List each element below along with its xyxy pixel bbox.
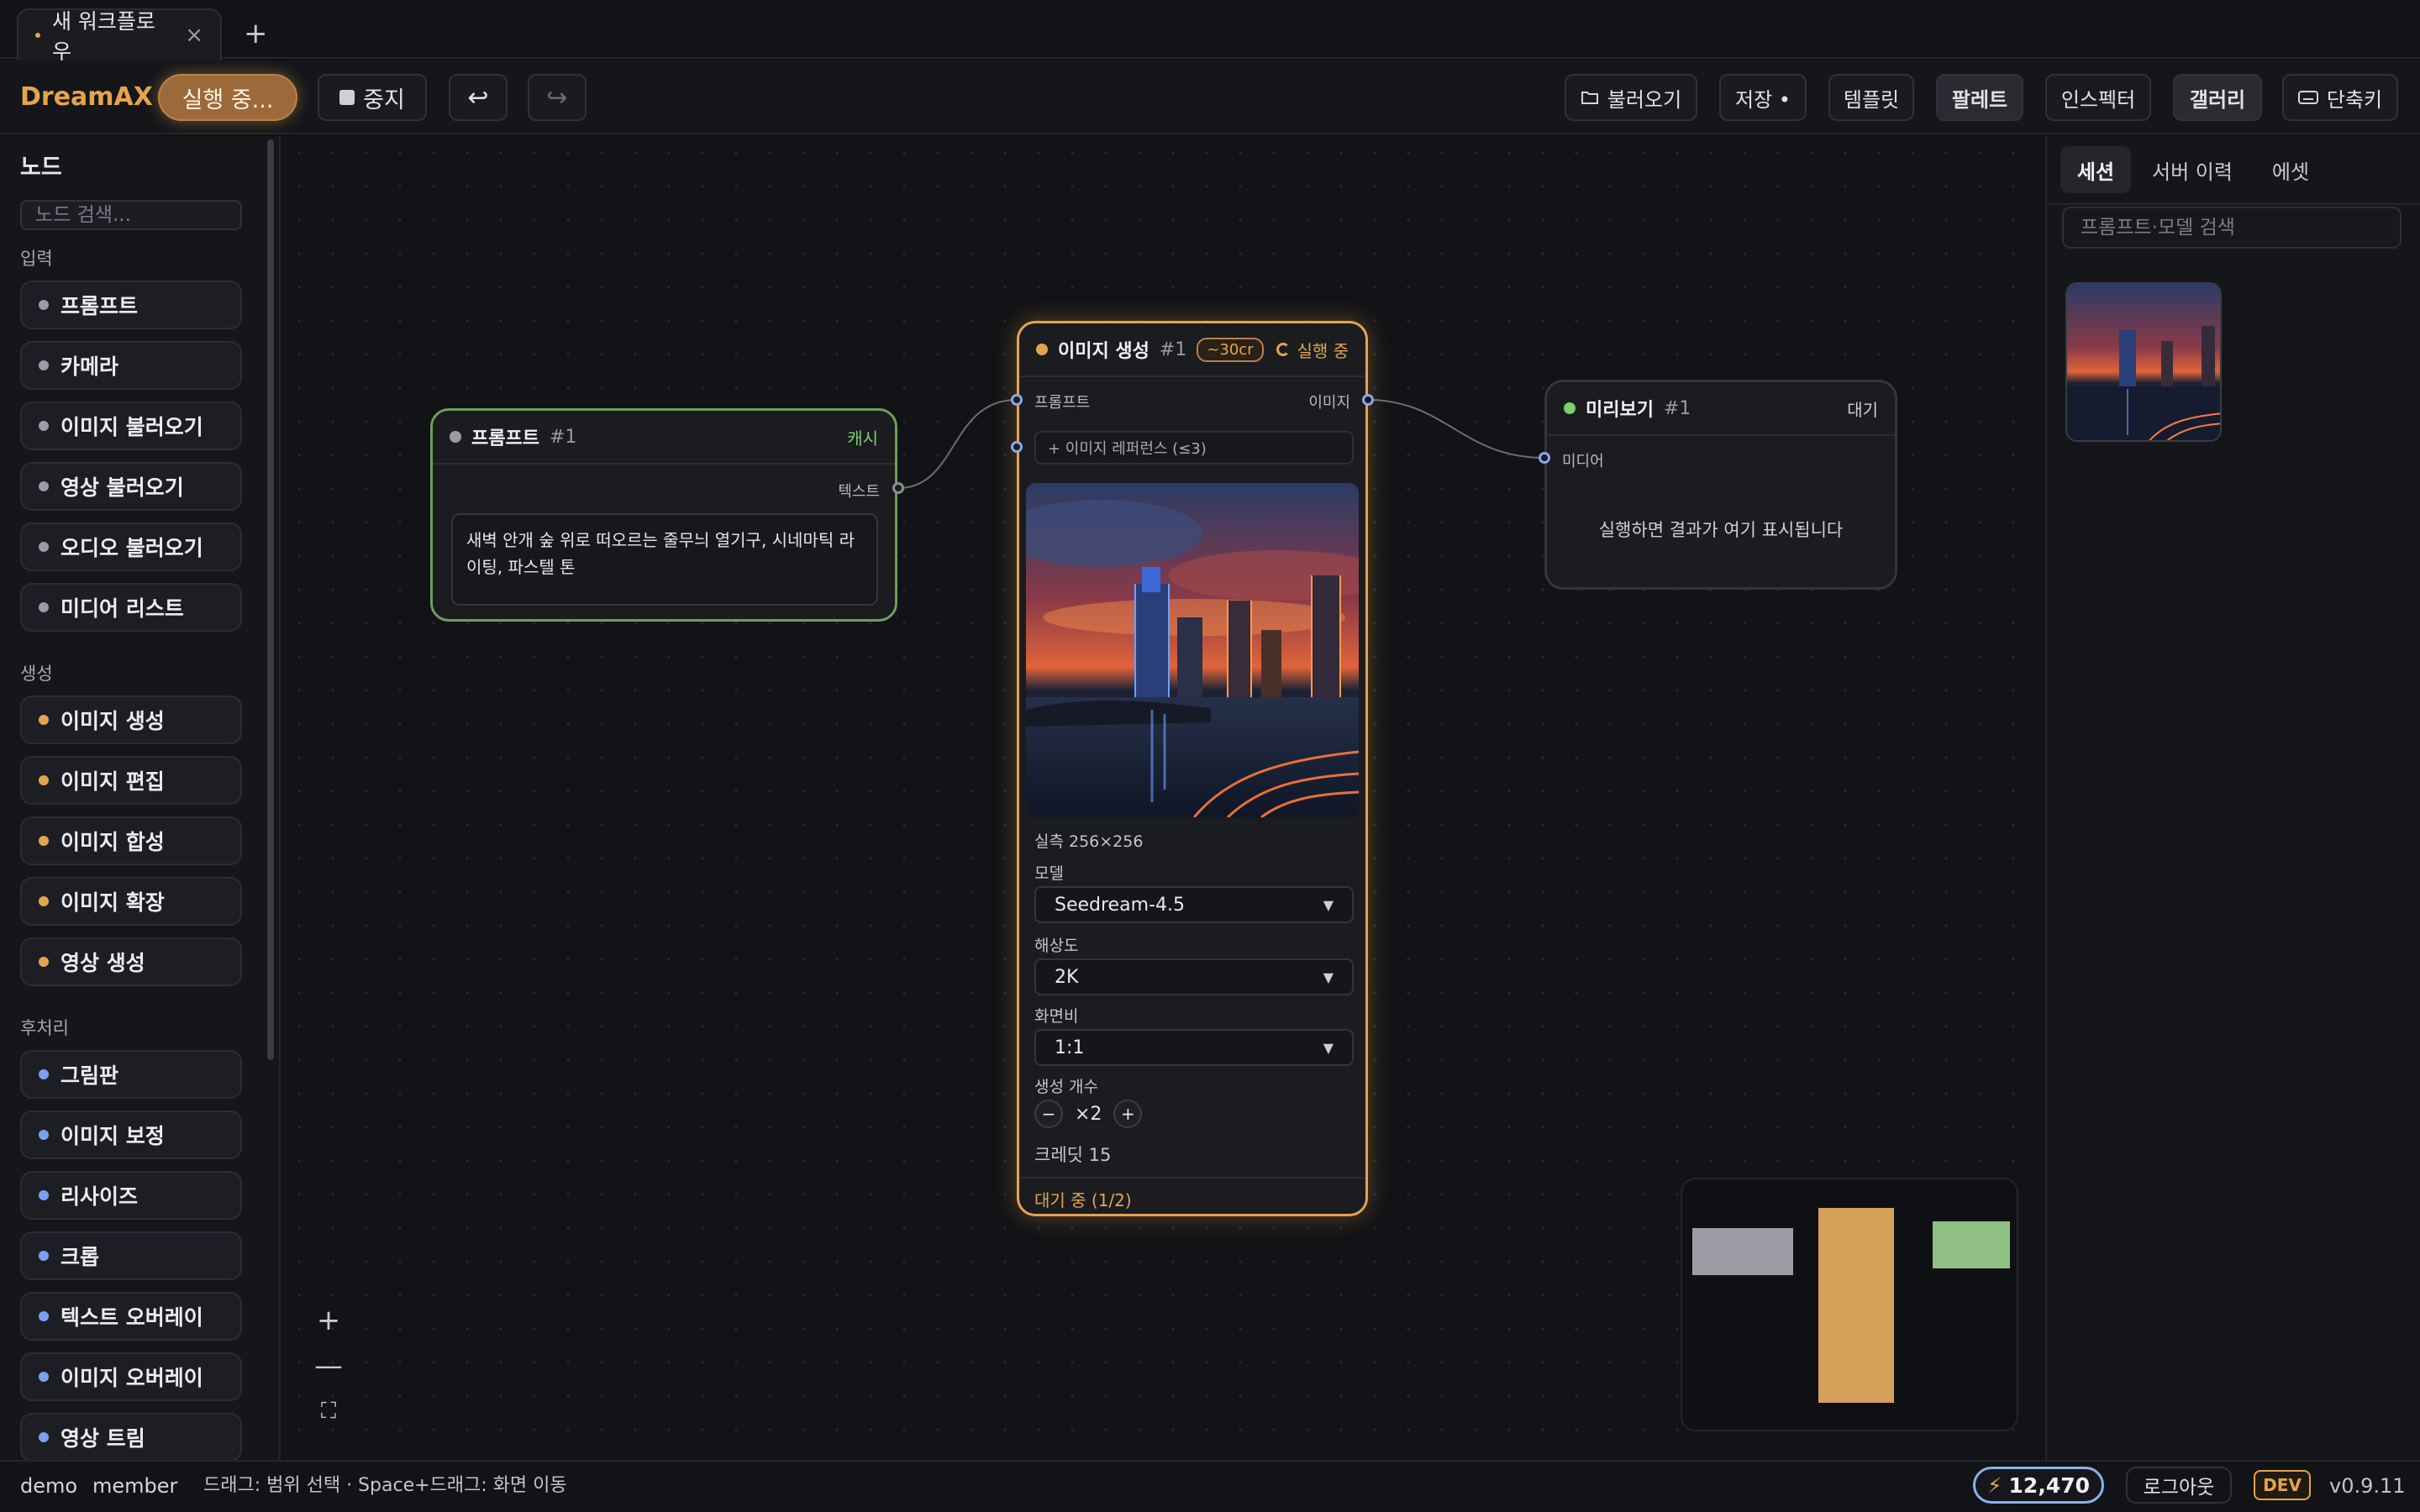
prompt-output-port[interactable]: [892, 482, 904, 494]
aspect-value: 1:1: [1055, 1037, 1085, 1058]
node-status-dot: [1564, 402, 1576, 414]
image-gen-node[interactable]: 이미지 생성 #1 ~30cr 실행 중 프롬프트 이미지 + 이미지 레퍼런스…: [1017, 321, 1368, 1216]
node-status-dot: [450, 431, 461, 443]
input-port-label: 프롬프트: [1034, 394, 1091, 412]
app-version: v0.9.11: [2329, 1474, 2406, 1498]
model-select[interactable]: Seedream-4.5 ▼: [1034, 886, 1354, 923]
tab-server-history[interactable]: 서버 이력: [2148, 146, 2237, 193]
zoom-controls: + — ⛶: [306, 1299, 351, 1433]
prompt-node[interactable]: 프롬프트 #1 캐시 텍스트 새벽 안개 숲 위로 떠오르는 줄무늬 열기구, …: [430, 408, 897, 622]
credit-label: 크레딧 15: [1034, 1145, 1112, 1165]
chevron-down-icon: ▼: [1323, 896, 1334, 913]
panel-divider: [2047, 203, 2420, 205]
cost-badge: ~30cr: [1197, 337, 1264, 362]
model-label: 모델: [1034, 864, 1064, 883]
model-value: Seedream-4.5: [1055, 894, 1185, 916]
decrement-button[interactable]: −: [1034, 1100, 1063, 1128]
minimap-preview-node: [1933, 1221, 2010, 1268]
preview-empty-message: 실행하면 결과가 여기 표시됩니다: [1598, 520, 1844, 540]
prompt-model-search-input[interactable]: [2062, 207, 2402, 249]
output-port-label: 이미지: [1308, 394, 1350, 412]
output-port-label: 텍스트: [838, 483, 880, 501]
tab-assets[interactable]: 에셋: [2257, 146, 2324, 193]
prompt-node-header[interactable]: 프롬프트 #1 캐시: [433, 411, 895, 465]
resolution-select[interactable]: 2K ▼: [1034, 958, 1354, 995]
run-status: 실행 중: [1276, 338, 1349, 362]
node-title: 이미지 생성: [1058, 341, 1150, 362]
count-stepper: − ×2 +: [1034, 1100, 1143, 1128]
user-role: member: [92, 1474, 178, 1498]
node-number: #1: [1159, 339, 1187, 360]
preview-status: 대기: [1847, 399, 1878, 420]
preview-node-header[interactable]: 미리보기 #1 대기: [1547, 382, 1895, 436]
queue-status: 대기 중 (1/2): [1019, 1177, 1365, 1214]
tab-session[interactable]: 세션: [2060, 146, 2131, 193]
canvas-hint: 드래그: 범위 선택 · Space+드래그: 화면 이동: [203, 1475, 567, 1496]
fit-view-button[interactable]: ⛶: [321, 1389, 336, 1433]
session-thumbnail[interactable]: [2065, 282, 2222, 442]
minimap-prompt-node: [1692, 1228, 1793, 1275]
prompt-textarea[interactable]: 새벽 안개 숲 위로 떠오르는 줄무늬 열기구, 시네마틱 라이팅, 파스텔 톤: [451, 513, 878, 606]
credits-badge[interactable]: ⚡ 12,470: [1973, 1467, 2104, 1504]
minimap-gen-node: [1818, 1208, 1894, 1403]
logout-button[interactable]: 로그아웃: [2126, 1467, 2232, 1504]
aspect-label: 화면비: [1034, 1007, 1079, 1026]
image-reference-add[interactable]: + 이미지 레퍼런스 (≤3): [1034, 431, 1354, 465]
input-port-label: 미디어: [1562, 453, 1604, 470]
node-status-dot: [1036, 344, 1048, 355]
node-title: 프롬프트: [471, 428, 539, 449]
lightning-icon: ⚡: [1986, 1473, 2002, 1498]
zoom-in-button[interactable]: +: [317, 1299, 341, 1342]
count-value: ×2: [1075, 1103, 1102, 1125]
node-number: #1: [549, 426, 577, 448]
aspect-select[interactable]: 1:1 ▼: [1034, 1029, 1354, 1066]
preview-media-input-port[interactable]: [1539, 452, 1550, 464]
spinner-icon: [1276, 343, 1291, 356]
minimap[interactable]: [1681, 1178, 2018, 1431]
resolution-value: 2K: [1055, 966, 1079, 988]
node-title: 미리보기: [1586, 400, 1654, 421]
gen-image-output-port[interactable]: [1362, 394, 1374, 406]
run-status-label: 실행 중: [1297, 340, 1349, 361]
actual-size-label: 실측 256×256: [1034, 832, 1144, 851]
increment-button[interactable]: +: [1113, 1100, 1143, 1128]
gen-prompt-input-port[interactable]: [1011, 394, 1023, 406]
username: demo: [20, 1474, 78, 1498]
edge-prompt-to-gen: [897, 399, 1018, 489]
cache-badge: 캐시: [847, 428, 878, 449]
zoom-out-button[interactable]: —: [314, 1344, 343, 1388]
credits-value: 12,470: [2008, 1473, 2091, 1498]
chevron-down-icon: ▼: [1323, 969, 1334, 985]
preview-node[interactable]: 미리보기 #1 대기 미디어 실행하면 결과가 여기 표시됩니다: [1544, 380, 1897, 590]
gen-reference-input-port[interactable]: [1011, 441, 1023, 453]
resolution-label: 해상도: [1034, 937, 1079, 955]
chevron-down-icon: ▼: [1323, 1039, 1334, 1056]
generated-image: [1026, 483, 1359, 817]
image-gen-node-header[interactable]: 이미지 생성 #1 ~30cr 실행 중: [1019, 323, 1365, 377]
count-label: 생성 개수: [1034, 1078, 1098, 1096]
env-badge: DEV: [2254, 1470, 2311, 1500]
edge-gen-to-preview: [1367, 399, 1545, 459]
node-number: #1: [1663, 397, 1691, 419]
